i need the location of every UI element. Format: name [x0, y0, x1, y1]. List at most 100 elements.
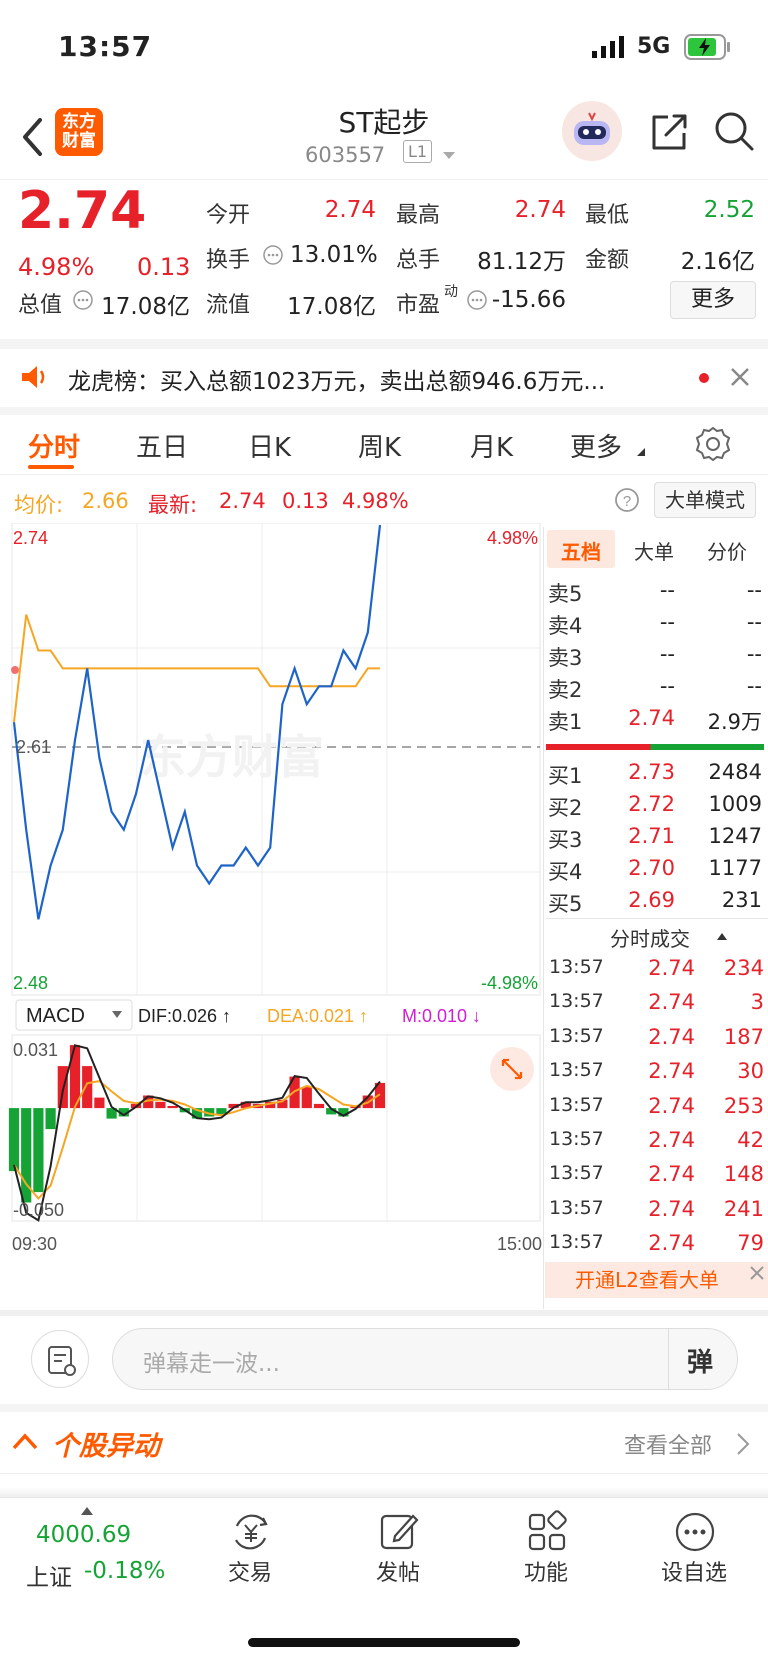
- level-label: 买2: [548, 796, 583, 820]
- float-value: 17.08亿: [287, 294, 376, 320]
- divider: [0, 1404, 768, 1412]
- nav-watchlist[interactable]: 设自选: [634, 1555, 754, 1587]
- macd-bar: [8, 1108, 20, 1172]
- close-icon[interactable]: [729, 366, 751, 388]
- macd-bar: [313, 1103, 325, 1109]
- more-dots-icon[interactable]: [673, 1510, 717, 1554]
- mktcap-value: 17.08亿: [101, 294, 190, 320]
- high-value: 2.74: [514, 197, 566, 223]
- tab-monthly-k[interactable]: 月K: [470, 427, 513, 464]
- share-icon[interactable]: [648, 111, 690, 153]
- tab-weekly-k[interactable]: 周K: [358, 427, 401, 464]
- bid-row: 买4 2.70 1177: [545, 856, 767, 886]
- assistant-avatar[interactable]: [562, 101, 622, 161]
- macd-ytick-high: 0.031: [13, 1040, 58, 1060]
- settings-icon[interactable]: [694, 425, 732, 463]
- tab-indicator: [28, 465, 74, 469]
- change-amount: 0.13: [137, 253, 191, 281]
- stock-movement-header[interactable]: 个股异动 查看全部: [0, 1412, 768, 1474]
- info-dots-icon[interactable]: [72, 289, 94, 311]
- edit-icon[interactable]: [377, 1510, 421, 1554]
- bid-row: 买3 2.71 1247: [545, 824, 767, 854]
- chevron-right-icon: [737, 1433, 750, 1455]
- l2-upgrade-banner[interactable]: 开通L2查看大单: [545, 1262, 768, 1298]
- tab-intraday[interactable]: 分时: [28, 427, 80, 464]
- tab-daily-k[interactable]: 日K: [248, 427, 291, 464]
- m-legend: M:0.010 ↓: [402, 1006, 481, 1026]
- index-name[interactable]: 上证: [26, 1558, 72, 1592]
- tab-five-levels[interactable]: 五档: [561, 536, 601, 565]
- level-label: 买3: [548, 828, 583, 852]
- level-price: --: [659, 610, 675, 634]
- danmu-list-button[interactable]: [31, 1330, 89, 1388]
- trade-row: 13:57 2.74 79: [545, 1231, 767, 1263]
- level-price: --: [659, 642, 675, 666]
- tab-big-orders[interactable]: 大单: [634, 536, 674, 565]
- nav-post[interactable]: 发帖: [338, 1555, 458, 1587]
- change-percent: 4.98%: [18, 253, 95, 281]
- level-label: 卖1: [548, 710, 583, 734]
- index-percent[interactable]: -0.18%: [84, 1558, 165, 1584]
- macd-bar: [82, 1066, 93, 1109]
- notice-bar[interactable]: 龙虎榜：买入总额1023万元，卖出总额946.6万元...: [0, 349, 768, 407]
- help-icon[interactable]: ?: [614, 487, 640, 513]
- level-volume: --: [746, 578, 762, 602]
- app-logo[interactable]: 东方 财富: [55, 108, 103, 156]
- speaker-icon: [22, 366, 45, 388]
- trade-volume: 3: [750, 990, 764, 1015]
- price-line: [12, 524, 382, 920]
- level-volume: 1177: [708, 856, 762, 880]
- open-label: 今开: [206, 203, 251, 228]
- nav-trade[interactable]: 交易: [190, 1555, 310, 1587]
- trade-volume: 234: [723, 956, 764, 980]
- level-label: 买5: [548, 892, 583, 916]
- trade-time: 13:57: [549, 1093, 604, 1116]
- comment-bar: 弹幕走一波... 弹: [0, 1316, 768, 1404]
- nav-functions[interactable]: 功能: [486, 1555, 606, 1587]
- ask-row: 卖5 -- --: [545, 578, 767, 608]
- more-button[interactable]: 更多: [670, 281, 756, 319]
- danmu-toggle[interactable]: 弹: [687, 1342, 713, 1379]
- trade-time: 13:57: [549, 1024, 604, 1047]
- panel-divider: [543, 527, 544, 1309]
- current-price: 2.74: [18, 181, 147, 241]
- search-icon[interactable]: [712, 109, 756, 153]
- tab-by-price[interactable]: 分价: [707, 536, 747, 565]
- trade-row: 13:57 2.74 187: [545, 1025, 767, 1057]
- price-info-line: 均价: 2.66 最新: 2.74 0.13 4.98% ? 大单模式: [0, 477, 768, 523]
- close-icon[interactable]: [748, 1264, 766, 1282]
- pe-value: -15.66: [491, 287, 566, 313]
- level-price: 2.74: [628, 706, 675, 730]
- trade-icon[interactable]: [229, 1510, 273, 1554]
- view-all-link[interactable]: 查看全部: [624, 1428, 712, 1460]
- trade-volume: 148: [723, 1162, 764, 1187]
- level-badge[interactable]: L1: [403, 140, 433, 163]
- tab-more[interactable]: 更多: [570, 427, 622, 464]
- level-dropdown-icon[interactable]: [442, 151, 456, 161]
- network-label: 5G: [637, 34, 671, 59]
- trades-title[interactable]: 分时成交: [610, 923, 690, 952]
- intraday-chart[interactable]: 东方财富 2.74 2.61 2.48 4.98% -4.98% MACD DIF:0.026…: [0, 523, 545, 1313]
- macd-bar: [33, 1108, 44, 1193]
- level-volume: --: [746, 610, 762, 634]
- macd-frame: [11, 1034, 541, 1222]
- info-dots-icon[interactable]: [466, 289, 488, 311]
- ytick-low: 2.48: [13, 973, 48, 993]
- level-price: 2.73: [628, 760, 675, 784]
- big-order-mode-button[interactable]: 大单模式: [654, 482, 756, 518]
- app-screen: 13:57 5G 东方 财富 ST起步 603557 L1 2.74 4.98%…: [0, 0, 768, 1663]
- robot-icon: [574, 112, 610, 145]
- apps-icon[interactable]: [525, 1510, 569, 1554]
- dif-line: [13, 1044, 381, 1222]
- watermark: 东方财富: [140, 731, 324, 783]
- home-indicator: [248, 1638, 520, 1647]
- trade-price: 2.74: [648, 1128, 695, 1152]
- info-dots-icon[interactable]: [262, 244, 284, 266]
- trade-row: 13:57 2.74 30: [545, 1059, 767, 1091]
- back-icon[interactable]: [20, 117, 44, 157]
- level-volume: 2.9万: [707, 710, 762, 734]
- index-value[interactable]: 4000.69: [36, 1522, 131, 1548]
- tab-5day[interactable]: 五日: [136, 427, 188, 464]
- danmu-input[interactable]: 弹幕走一波... 弹: [112, 1328, 738, 1390]
- trade-row: 13:57 2.74 3: [545, 990, 767, 1022]
